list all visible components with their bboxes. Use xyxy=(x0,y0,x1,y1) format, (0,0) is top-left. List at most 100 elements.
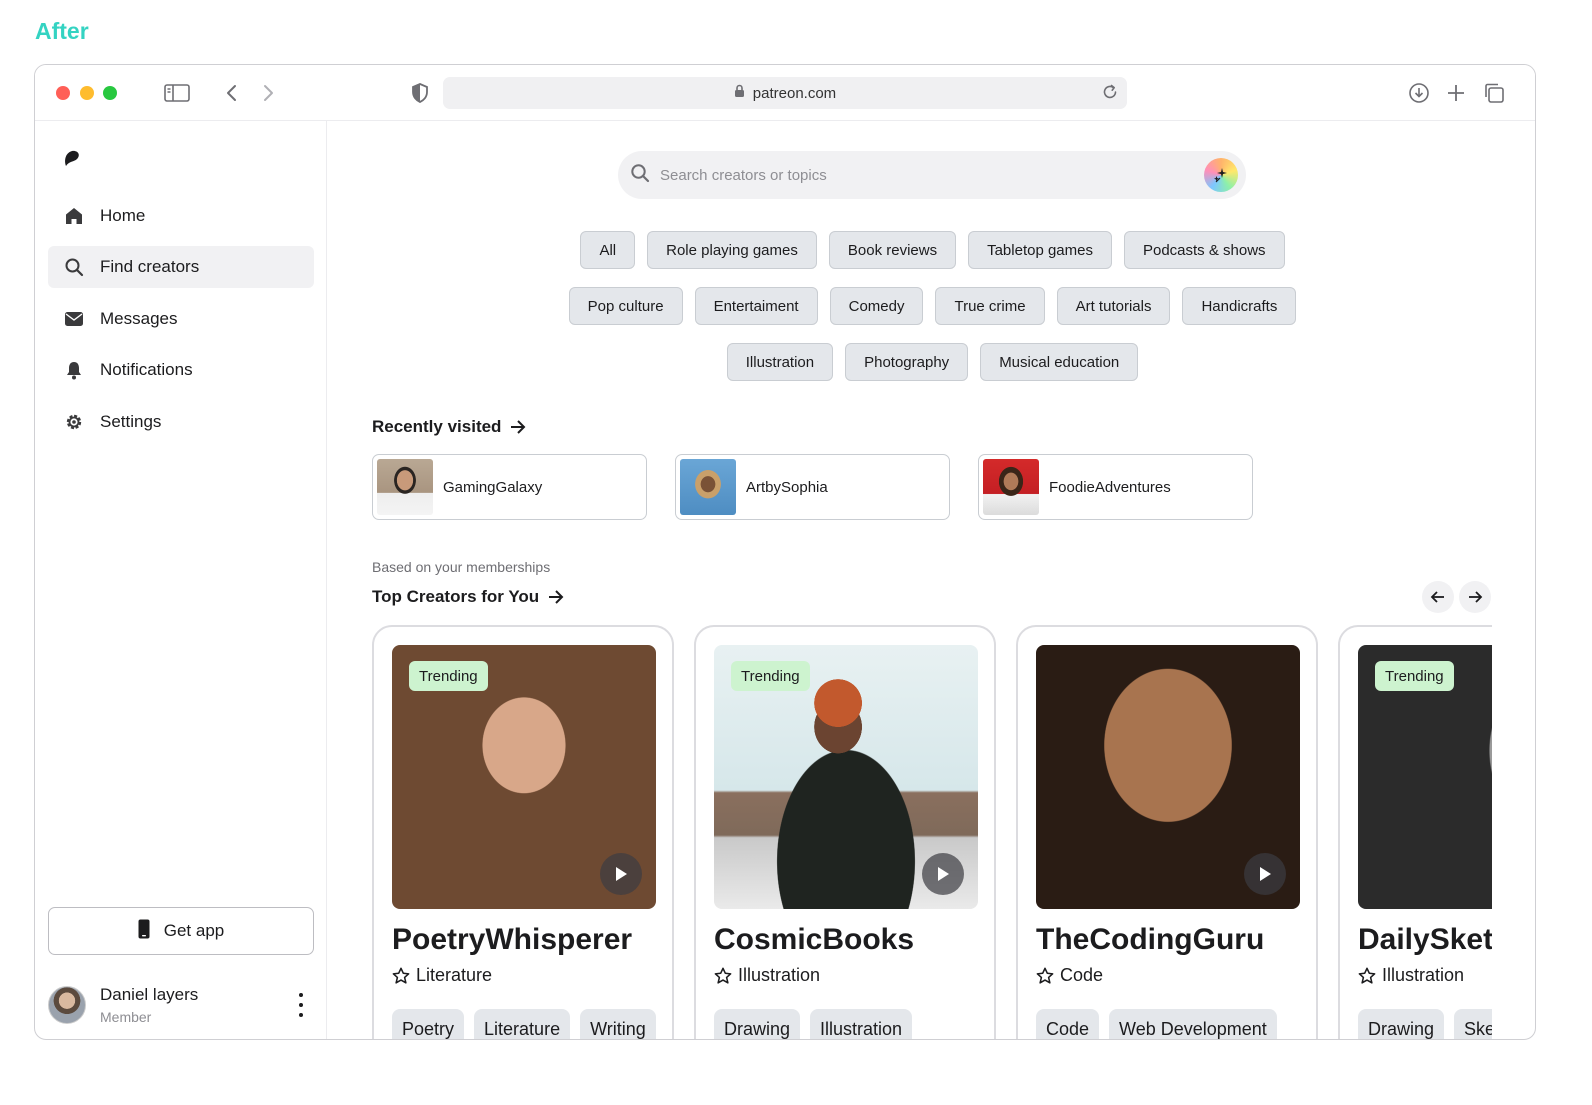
creator-category-label: Illustration xyxy=(738,965,821,985)
category-chips-row-3: Illustration Photography Musical educati… xyxy=(328,343,1535,381)
user-profile[interactable]: Daniel layers Member xyxy=(48,983,314,1029)
envelope-icon xyxy=(62,307,86,331)
recently-visited-heading[interactable]: Recently visited xyxy=(372,417,527,437)
category-chip-handicrafts[interactable]: Handicrafts xyxy=(1182,287,1297,325)
sidebar-item-messages[interactable]: Messages xyxy=(48,298,314,340)
close-window-button[interactable] xyxy=(56,86,70,100)
sidebar-item-notifications[interactable]: Notifications xyxy=(48,349,314,391)
category-chip-book-reviews[interactable]: Book reviews xyxy=(828,231,957,269)
creator-tags: Code Web Development xyxy=(1036,1009,1277,1039)
privacy-shield-icon[interactable] xyxy=(406,79,434,107)
creator-name: PoetryWhisperer xyxy=(392,923,633,956)
creator-tags: Poetry Literature Writing xyxy=(392,1009,656,1039)
creator-tag[interactable]: Poetry xyxy=(392,1009,465,1039)
play-icon[interactable] xyxy=(1244,853,1286,895)
avatar[interactable] xyxy=(48,986,86,1024)
get-app-button[interactable]: Get app xyxy=(48,907,314,955)
creator-tags: Drawing Illustration xyxy=(714,1009,913,1039)
creator-category: Illustration xyxy=(1358,965,1464,986)
new-tab-icon[interactable] xyxy=(1442,79,1470,107)
arrow-right-icon xyxy=(549,590,564,604)
category-chip-illustration[interactable]: Illustration xyxy=(726,343,834,381)
star-icon xyxy=(392,967,410,984)
address-bar[interactable]: patreon.com xyxy=(443,77,1127,109)
creator-tag[interactable]: Writing xyxy=(580,1009,656,1039)
category-chip-pop-culture[interactable]: Pop culture xyxy=(568,287,683,325)
creator-tag[interactable]: Drawing xyxy=(714,1009,801,1039)
home-icon xyxy=(62,204,86,228)
creator-tag[interactable]: Drawing xyxy=(1358,1009,1445,1039)
creator-card[interactable]: TheCodingGuru Code Code Web Development xyxy=(1016,625,1318,1039)
search-input[interactable] xyxy=(660,166,1180,184)
url-text: patreon.com xyxy=(752,84,837,102)
reload-icon[interactable] xyxy=(1101,83,1119,105)
recently-visited-title: Recently visited xyxy=(372,417,502,436)
creator-category: Code xyxy=(1036,965,1103,986)
creator-card[interactable]: Trending DailySketch Illustration Drawin… xyxy=(1338,625,1492,1039)
creator-category-label: Code xyxy=(1060,965,1104,985)
category-chip-comedy[interactable]: Comedy xyxy=(829,287,924,325)
creator-tag[interactable]: Code xyxy=(1036,1009,1100,1039)
category-chip-all[interactable]: All xyxy=(580,231,636,269)
creator-tag[interactable]: Web Development xyxy=(1109,1009,1277,1039)
category-chip-musical-education[interactable]: Musical education xyxy=(980,343,1139,381)
creator-card[interactable]: Trending CosmicBooks Illustration Drawin… xyxy=(694,625,996,1039)
sidebar-item-label: Messages xyxy=(100,309,178,328)
patreon-logo-icon[interactable] xyxy=(61,147,83,174)
sidebar-item-settings[interactable]: Settings xyxy=(48,401,314,443)
trending-badge: Trending xyxy=(731,661,810,691)
creator-photo xyxy=(1036,645,1300,909)
creator-photo: Trending xyxy=(714,645,978,909)
sidebar-toggle-icon[interactable] xyxy=(163,79,191,107)
recently-visited-card[interactable]: ArtbySophia xyxy=(675,454,950,520)
back-icon[interactable] xyxy=(218,79,246,107)
category-chip-art-tutorials[interactable]: Art tutorials xyxy=(1056,287,1171,325)
recently-visited-card[interactable]: FoodieAdventures xyxy=(978,454,1253,520)
sidebar-item-home[interactable]: Home xyxy=(48,195,314,237)
creator-name: GamingGalaxy xyxy=(443,478,543,496)
creator-category: Literature xyxy=(392,965,492,986)
sidebar-item-label: Notifications xyxy=(100,360,193,379)
user-role: Member xyxy=(100,1009,152,1025)
ai-sparkle-icon[interactable] xyxy=(1204,158,1238,192)
carousel-prev-button[interactable] xyxy=(1422,581,1454,613)
minimize-window-button[interactable] xyxy=(80,86,94,100)
sidebar-item-label: Find creators xyxy=(100,257,200,276)
download-icon[interactable] xyxy=(1405,79,1433,107)
creator-tag[interactable]: Sketching xyxy=(1454,1009,1492,1039)
creator-thumbnail xyxy=(680,459,736,515)
creator-tags: Drawing Sketching xyxy=(1358,1009,1492,1039)
arrow-left-icon xyxy=(1430,591,1444,603)
category-chip-podcasts-shows[interactable]: Podcasts & shows xyxy=(1123,231,1285,269)
top-creators-heading[interactable]: Top Creators for You xyxy=(372,587,565,607)
phone-icon xyxy=(138,919,150,944)
category-chip-true-crime[interactable]: True crime xyxy=(935,287,1045,325)
creator-category-label: Illustration xyxy=(1382,965,1465,985)
creator-name: ArtbySophia xyxy=(746,478,828,496)
arrow-right-icon xyxy=(511,420,526,434)
sidebar: Home Find creators Messages Notification… xyxy=(35,121,327,1039)
search-bar[interactable] xyxy=(618,151,1246,199)
maximize-window-button[interactable] xyxy=(103,86,117,100)
category-chips-row-1: All Role playing games Book reviews Tabl… xyxy=(328,231,1535,269)
search-icon xyxy=(62,255,86,279)
creator-photo: Trending xyxy=(1358,645,1492,909)
forward-icon[interactable] xyxy=(254,79,282,107)
creator-thumbnail xyxy=(377,459,433,515)
top-creators-title: Top Creators for You xyxy=(372,587,540,606)
more-options-icon[interactable] xyxy=(296,993,306,1017)
category-chip-photography[interactable]: Photography xyxy=(845,343,969,381)
creator-tag[interactable]: Literature xyxy=(474,1009,571,1039)
play-icon[interactable] xyxy=(922,853,964,895)
creator-tag[interactable]: Illustration xyxy=(810,1009,913,1039)
recently-visited-card[interactable]: GamingGalaxy xyxy=(372,454,647,520)
category-chip-entertainment[interactable]: Entertaiment xyxy=(694,287,818,325)
tab-overview-icon[interactable] xyxy=(1480,79,1508,107)
category-chip-tabletop-games[interactable]: Tabletop games xyxy=(968,231,1112,269)
category-chip-role-playing-games[interactable]: Role playing games xyxy=(647,231,817,269)
sidebar-item-find-creators[interactable]: Find creators xyxy=(48,246,314,288)
play-icon[interactable] xyxy=(600,853,642,895)
creator-card[interactable]: Trending PoetryWhisperer Literature Poet… xyxy=(372,625,674,1039)
carousel-next-button[interactable] xyxy=(1459,581,1491,613)
browser-toolbar: patreon.com xyxy=(35,65,1535,121)
